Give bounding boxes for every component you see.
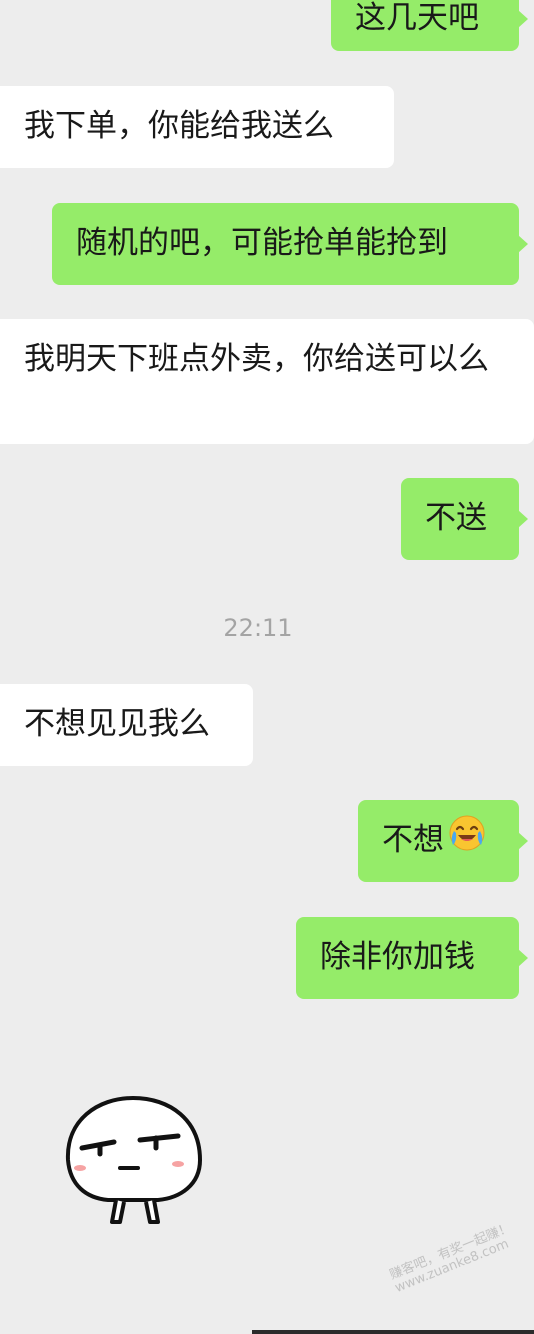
message-text: 随机的吧，可能抢单能抢到	[76, 225, 448, 261]
message-text: 不想	[382, 822, 444, 858]
message-bubble-outgoing[interactable]: 除非你加钱	[296, 917, 528, 999]
message-text: 这几天吧	[355, 0, 479, 36]
message-text: 我下单，你能给我送么	[24, 108, 334, 144]
message-bubble-incoming[interactable]: 我明天下班点外卖，你给送可以么	[0, 319, 534, 444]
message-bubble-incoming[interactable]: 不想见见我么	[0, 684, 253, 766]
message-bubble-outgoing[interactable]: 这几天吧	[331, 0, 528, 51]
message-bubble-incoming[interactable]: 我下单，你能给我送么	[0, 86, 394, 168]
message-text: 除非你加钱	[320, 939, 475, 975]
message-text: 不想见见我么	[24, 706, 210, 742]
message-bubble-outgoing[interactable]: 不送	[401, 478, 528, 560]
watermark: 赚客吧，有奖一起赚！ www.zuanke8.com	[388, 1220, 519, 1296]
chat-timestamp: 22:11	[223, 614, 293, 642]
message-bubble-outgoing[interactable]: 不想	[358, 800, 528, 882]
message-text: 不送	[425, 500, 487, 536]
smirking-face-sticker-icon[interactable]	[58, 1090, 208, 1234]
bottom-edge-bar	[252, 1330, 534, 1334]
message-bubble-outgoing[interactable]: 随机的吧，可能抢单能抢到	[52, 203, 528, 285]
laughing-crying-emoji-icon	[448, 814, 486, 863]
message-text: 我明天下班点外卖，你给送可以么	[24, 341, 489, 377]
